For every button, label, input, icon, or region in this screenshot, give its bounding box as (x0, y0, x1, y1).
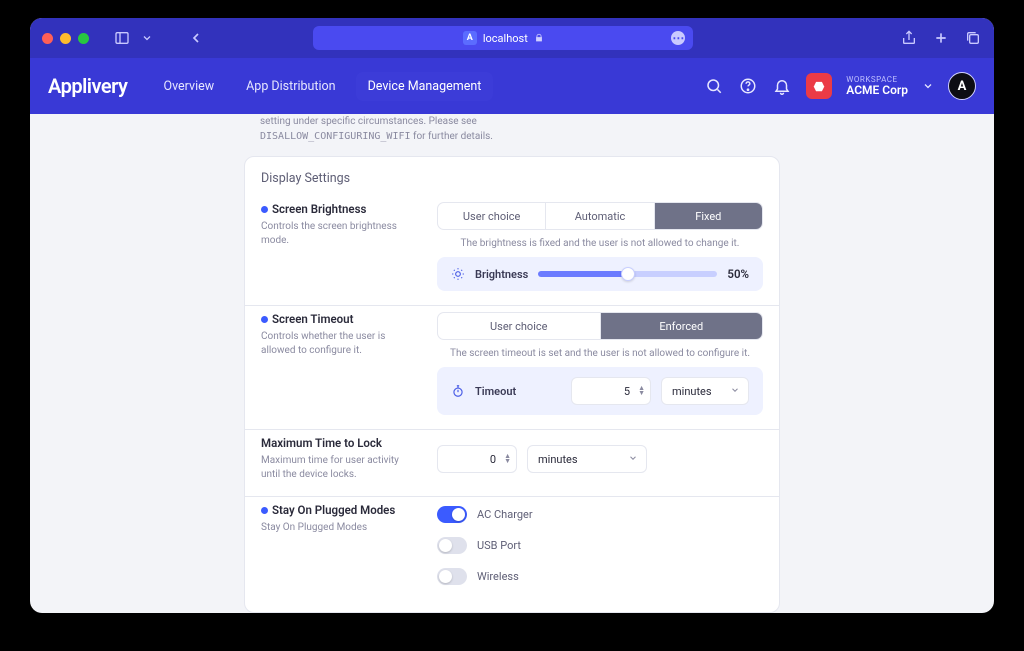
workspace-chip-icon (806, 73, 832, 99)
maxlock-value-input[interactable]: ▲▼ (437, 445, 517, 473)
field-desc: Controls the screen brightness mode. (261, 220, 419, 248)
app-logo[interactable]: Applivery (48, 74, 127, 98)
avatar[interactable]: A (948, 72, 976, 100)
help-icon[interactable] (738, 76, 758, 96)
share-icon[interactable] (900, 30, 918, 46)
brightness-hint: The brightness is fixed and the user is … (437, 238, 763, 249)
toggle-usb-port: USB Port (437, 534, 763, 557)
nav-device-management[interactable]: Device Management (356, 72, 494, 101)
bullet-icon (261, 206, 268, 213)
toggle-switch[interactable] (437, 568, 467, 585)
row-max-time-to-lock: Maximum Time to Lock Maximum time for us… (245, 430, 779, 497)
sun-icon (451, 267, 465, 281)
timeout-number[interactable] (571, 377, 651, 405)
bell-icon[interactable] (772, 76, 792, 96)
url-host: localhost (483, 32, 528, 45)
nav-app-distribution[interactable]: App Distribution (234, 72, 347, 101)
brightness-mode-segmented: User choice Automatic Fixed (437, 202, 763, 230)
timeout-value-input[interactable]: ▲▼ (571, 377, 651, 405)
timeout-unit-select[interactable]: minutes (661, 377, 749, 405)
timeout-sublabel: Timeout (475, 385, 516, 398)
timeout-mode-segmented: User choice Enforced (437, 312, 763, 340)
brightness-sublabel: Brightness (475, 268, 528, 281)
toggle-ac-charger: AC Charger (437, 503, 763, 526)
new-tab-icon[interactable] (932, 30, 950, 46)
timeout-subpanel: Timeout ▲▼ minutes (437, 367, 763, 415)
main-nav: Overview App Distribution Device Managem… (151, 72, 493, 101)
close-dot[interactable] (42, 33, 53, 44)
site-identity-icon: A (463, 31, 477, 45)
browser-chrome: A localhost ⋯ (30, 18, 994, 58)
seg-fixed[interactable]: Fixed (655, 203, 762, 229)
bullet-icon (261, 507, 268, 514)
row-screen-timeout: Screen Timeout Controls whether the user… (245, 306, 779, 430)
workspace-name: ACME Corp (846, 84, 908, 96)
row-screen-brightness: Screen Brightness Controls the screen br… (245, 196, 779, 306)
app-window: A localhost ⋯ Applivery Overview App Dis… (30, 18, 994, 613)
stopwatch-icon (451, 384, 465, 398)
app-header: Applivery Overview App Distribution Devi… (30, 58, 994, 114)
url-bar[interactable]: A localhost ⋯ (313, 26, 693, 50)
tabs-icon[interactable] (964, 30, 982, 46)
toggle-switch[interactable] (437, 506, 467, 523)
display-settings-card: Display Settings Screen Brightness Contr… (244, 156, 780, 613)
timeout-hint: The screen timeout is set and the user i… (437, 348, 763, 359)
prev-section-desc: setting under specific circumstances. Pl… (244, 114, 780, 144)
more-icon[interactable]: ⋯ (671, 31, 685, 45)
search-icon[interactable] (704, 76, 724, 96)
seg-enforced[interactable]: Enforced (601, 313, 763, 339)
maxlock-unit-select[interactable]: minutes (527, 445, 647, 473)
lock-icon (534, 33, 544, 43)
row-stay-on-plugged: Stay On Plugged Modes Stay On Plugged Mo… (245, 497, 779, 594)
slider-thumb[interactable] (621, 267, 635, 281)
maxlock-number[interactable] (437, 445, 517, 473)
nav-overview[interactable]: Overview (151, 72, 226, 101)
minimize-dot[interactable] (60, 33, 71, 44)
seg-user-choice[interactable]: User choice (438, 313, 601, 339)
seg-automatic[interactable]: Automatic (546, 203, 654, 229)
chevron-down-icon (628, 453, 638, 466)
field-label: Screen Brightness (261, 202, 419, 216)
workspace-switcher[interactable]: WORKSPACE ACME Corp (846, 76, 908, 96)
seg-user-choice[interactable]: User choice (438, 203, 546, 229)
bullet-icon (261, 316, 268, 323)
brightness-value: 50% (727, 267, 749, 281)
chevron-down-icon[interactable] (141, 30, 153, 46)
chevron-down-icon (730, 385, 740, 398)
main-content: setting under specific circumstances. Pl… (30, 114, 994, 613)
section-title: Display Settings (245, 157, 779, 196)
window-controls (42, 33, 89, 44)
maximize-dot[interactable] (78, 33, 89, 44)
brightness-slider[interactable] (538, 271, 717, 277)
sidebar-icon[interactable] (113, 30, 131, 46)
code-ref: DISALLOW_CONFIGURING_WIFI (260, 131, 411, 142)
toggle-wireless: Wireless (437, 565, 763, 588)
toggle-switch[interactable] (437, 537, 467, 554)
chevron-down-icon[interactable] (922, 77, 934, 96)
back-icon[interactable] (187, 30, 205, 46)
brightness-subpanel: Brightness 50% (437, 257, 763, 291)
